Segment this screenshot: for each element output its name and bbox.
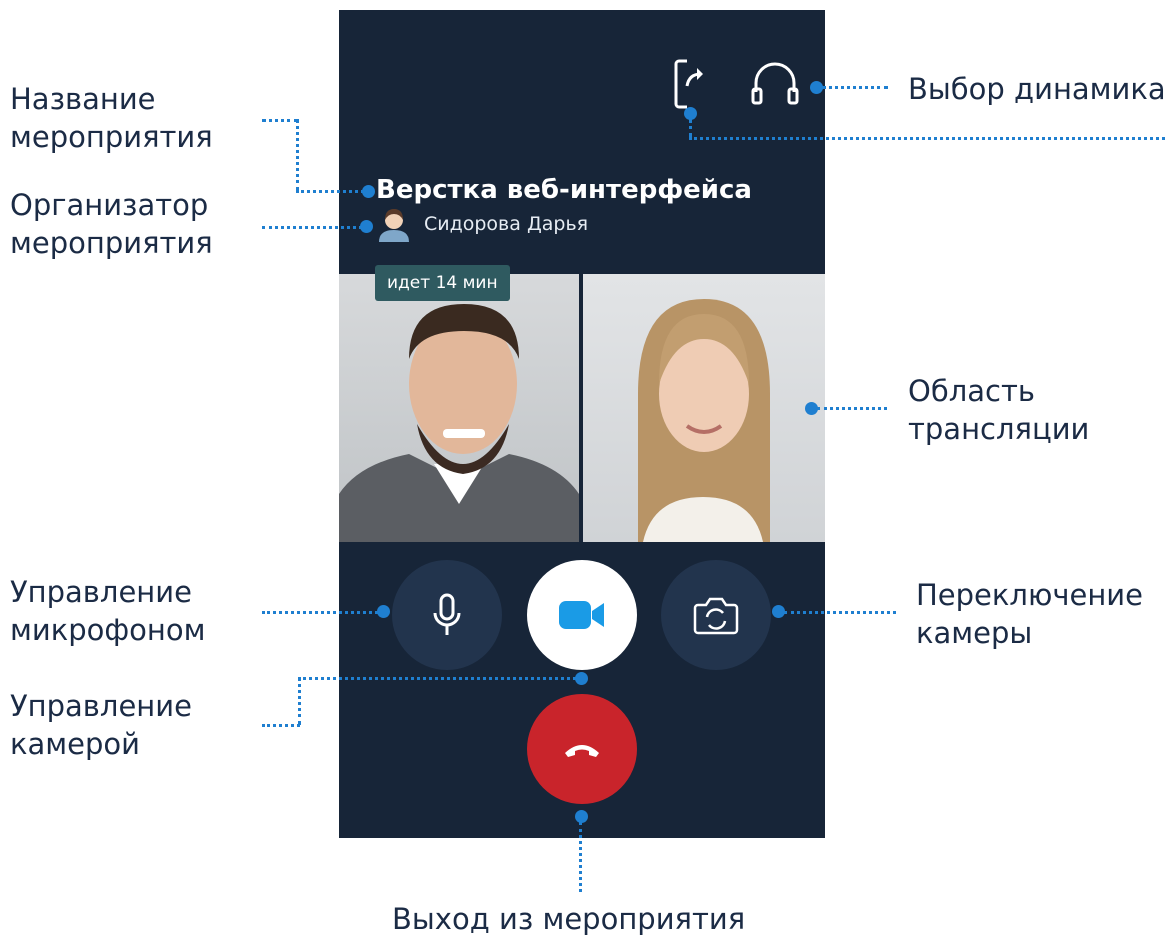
connector-exit [579, 822, 582, 892]
callout-camera-control: Управление камерой [10, 687, 192, 763]
connector-share-v [689, 119, 692, 137]
switch-camera-button[interactable] [661, 560, 771, 670]
call-screen: Верстка веб-интерфейса Сидорова Дарья ид… [339, 10, 825, 838]
dot-mic [377, 605, 390, 618]
connector-event-name-h2 [296, 190, 364, 193]
callout-camera-control-line2: камерой [10, 727, 141, 761]
dot-organizer [360, 220, 373, 233]
avatar [379, 209, 409, 242]
callout-broadcast-line1: Область [908, 374, 1035, 408]
dot-camera [575, 672, 588, 685]
participant-video-2[interactable] [583, 274, 825, 542]
event-title: Верстка веб-интерфейса [376, 175, 752, 205]
headphones-icon [751, 62, 799, 105]
connector-speaker [822, 86, 888, 89]
participant-1-image [339, 304, 579, 542]
callout-mic-control: Управление микрофоном [10, 573, 206, 649]
mic-toggle-button[interactable] [392, 560, 502, 670]
callout-organizer-line1: Организатор [10, 188, 209, 222]
participant-video-1[interactable] [339, 274, 579, 542]
video-camera-icon [559, 601, 604, 629]
callout-event-name-line2: мероприятия [10, 120, 213, 154]
share-screen-button[interactable] [674, 58, 708, 114]
connector-camera-v [298, 677, 301, 725]
callout-camera-control-line1: Управление [10, 689, 192, 723]
participant-2-image [638, 299, 770, 542]
connector-camera-h2 [298, 677, 576, 680]
organizer-name: Сидорова Дарья [424, 213, 589, 235]
callout-exit-line1: Выход из мероприятия [392, 902, 746, 936]
connector-camera-h [262, 724, 300, 727]
connector-mic [262, 611, 378, 614]
connector-switch-camera [784, 611, 896, 614]
callout-mic-control-line2: микрофоном [10, 613, 206, 647]
callout-event-name: Название мероприятия [10, 80, 213, 156]
dot-event-name [362, 185, 375, 198]
callout-organizer: Организатор мероприятия [10, 186, 213, 262]
callout-mic-control-line1: Управление [10, 575, 192, 609]
hang-up-icon [565, 745, 599, 757]
callout-exit: Выход из мероприятия [392, 900, 745, 938]
speaker-select-button[interactable] [750, 58, 800, 112]
switch-camera-icon [693, 597, 739, 635]
callout-speaker-line1: Выбор динамика [908, 72, 1166, 106]
callout-speaker: Выбор динамика [908, 70, 1166, 108]
share-screen-icon [674, 59, 703, 109]
callout-broadcast-line2: трансляции [908, 412, 1090, 446]
connector-broadcast [817, 407, 887, 410]
hang-up-button[interactable] [527, 694, 637, 804]
callout-organizer-line2: мероприятия [10, 226, 213, 260]
connector-event-name-v [296, 119, 299, 191]
callout-broadcast-area: Область трансляции [908, 372, 1089, 448]
call-duration-badge: идет 14 мин [375, 265, 510, 301]
connector-event-name [262, 119, 298, 122]
callout-switch-camera-line1: Переключение [916, 578, 1143, 612]
connector-organizer [262, 226, 362, 229]
callout-switch-camera: Переключение камеры [916, 576, 1143, 652]
organizer: Сидорова Дарья [376, 206, 588, 242]
microphone-icon [433, 593, 461, 635]
connector-share [689, 137, 1165, 140]
callout-switch-camera-line2: камеры [916, 616, 1033, 650]
camera-toggle-button[interactable] [527, 560, 637, 670]
broadcast-area [339, 274, 825, 542]
callout-event-name-line1: Название [10, 82, 156, 116]
